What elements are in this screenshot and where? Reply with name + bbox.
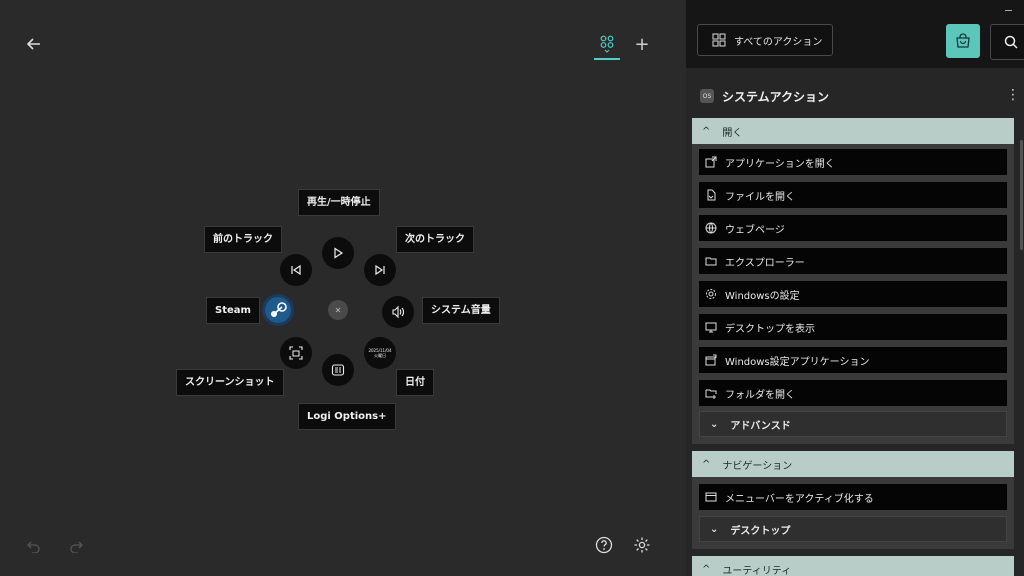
action-open-application[interactable]: アプリケーションを開く — [699, 149, 1007, 175]
folder-icon — [705, 257, 717, 266]
file-icon — [707, 189, 716, 201]
item-label: ウェブページ — [725, 224, 785, 236]
chevron-up-icon: ^ — [702, 125, 711, 137]
open-app-icon — [705, 156, 717, 168]
subgroup-desktop-label: デスクトップ — [730, 525, 791, 537]
search-icon[interactable] — [990, 24, 1024, 60]
date-button[interactable]: 2025/11/04 火曜日 — [364, 337, 396, 369]
label-system-volume: システム音量 — [422, 297, 500, 324]
all-actions-label: すべてのアクション — [734, 36, 823, 48]
wheel-center[interactable]: ✕ — [328, 300, 348, 320]
action-panel: すべてのアクション OS システムアクション ⋮ ^ 開く アプリケーションを開… — [686, 0, 1024, 576]
chevron-up-icon: ^ — [702, 458, 711, 470]
category-header: OS システムアクション — [700, 86, 829, 106]
gear-icon — [706, 289, 716, 299]
prev-track-button[interactable] — [280, 254, 312, 286]
section-utility: ^ ユーティリティ — [692, 556, 1014, 576]
label-prev-track: 前のトラック — [204, 226, 282, 253]
item-label: フォルダを開く — [725, 389, 795, 401]
os-badge-icon: OS — [700, 89, 714, 103]
screenshot-button[interactable] — [280, 337, 312, 369]
action-open-folder[interactable]: フォルダを開く — [699, 380, 1007, 406]
logi-options-button[interactable] — [322, 354, 354, 386]
subgroup-desktop[interactable]: ⌄ デスクトップ — [699, 516, 1007, 542]
item-label: エクスプローラー — [725, 257, 805, 269]
minimize-mark[interactable] — [1005, 10, 1012, 11]
volume-button[interactable] — [382, 296, 414, 328]
store-bag-icon[interactable] — [946, 24, 980, 58]
chevron-down-icon: ⌄ — [710, 418, 719, 430]
action-activate-menubar[interactable]: メニューバーをアクティブ化する — [699, 484, 1007, 510]
item-label: アプリケーションを開く — [725, 158, 835, 170]
section-utility-header[interactable]: ^ ユーティリティ — [692, 556, 1014, 576]
action-show-desktop[interactable]: デスクトップを表示 — [699, 314, 1007, 340]
subgroup-advanced-label: アドバンスド — [730, 420, 791, 432]
section-open-header[interactable]: ^ 開く — [692, 118, 1014, 144]
open-folder-icon — [705, 389, 717, 399]
menubar-icon — [705, 492, 717, 502]
label-date: 日付 — [396, 369, 434, 396]
chevron-up-icon: ^ — [702, 563, 711, 575]
grid-icon — [712, 33, 726, 47]
item-label: ファイルを開く — [725, 191, 795, 203]
help-icon[interactable] — [594, 535, 614, 555]
chevron-down-icon: ⌄ — [710, 523, 719, 535]
label-next-track: 次のトラック — [396, 226, 474, 253]
wheel-layout-tab[interactable] — [594, 30, 620, 60]
label-play-pause: 再生/一時停止 — [298, 189, 380, 216]
category-title: システムアクション — [722, 89, 830, 104]
add-tab-icon[interactable]: + — [632, 34, 652, 55]
action-open-file[interactable]: ファイルを開く — [699, 182, 1007, 208]
label-logi-options: Logi Options+ — [298, 403, 396, 430]
section-navigation: ^ ナビゲーション メニューバーをアクティブ化する ⌄ デスクトップ — [692, 451, 1014, 549]
more-options-icon[interactable]: ⋮ — [1006, 88, 1020, 102]
action-explorer[interactable]: エクスプローラー — [699, 248, 1007, 274]
label-steam: Steam — [206, 297, 260, 324]
section-open: ^ 開く アプリケーションを開く ファイルを開く ウェブページ エクスプローラー… — [692, 118, 1014, 444]
date-icon-line2: 火曜日 — [374, 353, 386, 358]
action-windows-settings[interactable]: Windowsの設定 — [699, 281, 1007, 307]
undo-icon[interactable] — [24, 536, 44, 556]
action-windows-settings-app[interactable]: Windows設定アプリケーション — [699, 347, 1007, 373]
all-actions-button[interactable]: すべてのアクション — [697, 24, 833, 56]
settings-app-icon — [705, 354, 717, 366]
desktop-icon — [705, 322, 717, 333]
section-utility-title: ユーティリティ — [722, 565, 792, 576]
back-arrow-icon[interactable] — [24, 34, 44, 54]
item-label: メニューバーをアクティブ化する — [725, 493, 874, 505]
action-panel-topbar: すべてのアクション — [686, 0, 1024, 68]
editor-canvas: + ✕ 2025/11/04 火曜日 再生/一時停止 前のトラック 次のトラック… — [0, 0, 686, 576]
label-screenshot: スクリーンショット — [176, 369, 284, 396]
next-track-button[interactable] — [364, 254, 396, 286]
panel-scrollbar[interactable] — [1020, 140, 1023, 250]
globe-icon — [705, 222, 717, 234]
steam-icon[interactable] — [262, 294, 294, 326]
subgroup-advanced[interactable]: ⌄ アドバンスド — [699, 411, 1007, 437]
item-label: デスクトップを表示 — [725, 323, 815, 335]
redo-icon[interactable] — [66, 536, 86, 556]
section-navigation-header[interactable]: ^ ナビゲーション — [692, 451, 1014, 477]
section-navigation-title: ナビゲーション — [722, 460, 793, 472]
item-label: Windows設定アプリケーション — [725, 356, 870, 368]
action-web-page[interactable]: ウェブページ — [699, 215, 1007, 241]
section-open-title: 開く — [722, 127, 743, 139]
play-pause-button[interactable] — [322, 237, 354, 269]
gear-icon[interactable] — [632, 535, 652, 555]
item-label: Windowsの設定 — [725, 290, 800, 302]
